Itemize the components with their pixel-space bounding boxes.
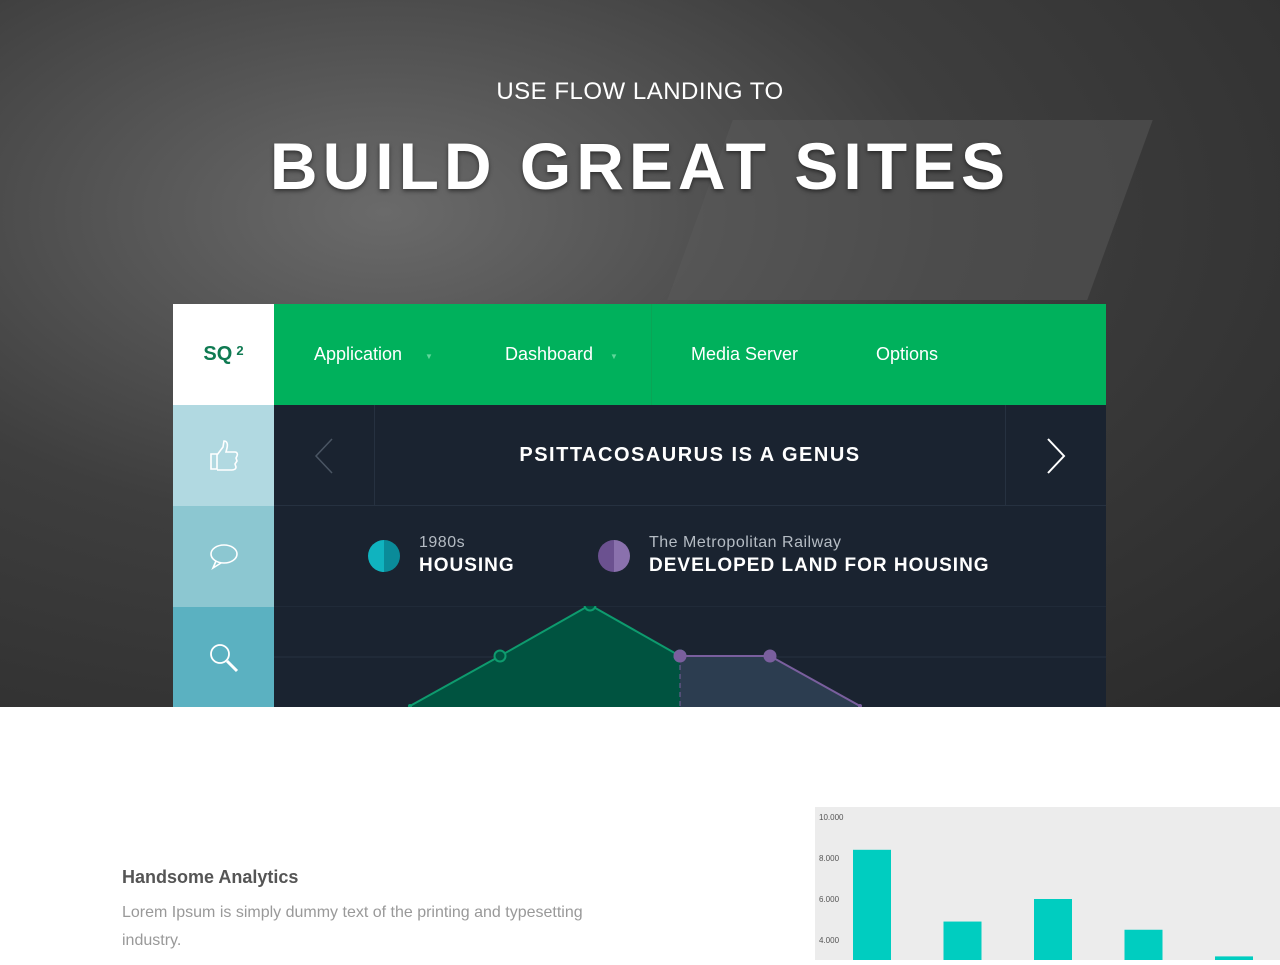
nav-options[interactable]: Options (876, 344, 938, 365)
legend-title: DEVELOPED LAND FOR HOUSING (649, 555, 990, 576)
legend-subtitle: The Metropolitan Railway (649, 534, 842, 551)
hero-title: BUILD GREAT SITES (269, 129, 1011, 203)
sidebar-search[interactable] (173, 607, 274, 707)
legend-title: HOUSING (419, 555, 515, 576)
section-title: Handsome Analytics (122, 867, 299, 887)
chevron-down-icon: ▼ (425, 352, 433, 361)
y-tick-label: 6.000 (819, 895, 840, 904)
chevron-down-icon: ▼ (610, 352, 618, 361)
hero-subtitle: USE FLOW LANDING TO (496, 78, 784, 105)
bar-chart: 10.000 8.000 6.000 4.000 (815, 807, 1280, 960)
data-point[interactable] (408, 704, 412, 707)
legend-dot (598, 540, 630, 572)
bar[interactable] (853, 849, 891, 960)
nav-bar: Application ▼ Dashboard ▼ Media Server O… (274, 304, 1106, 405)
area-series (680, 656, 860, 707)
bar-chart-svg: 10.000 8.000 6.000 4.000 (819, 813, 1253, 960)
chevron-left-icon (314, 437, 333, 474)
next-button[interactable] (1006, 405, 1106, 506)
nav-application[interactable]: Application (314, 344, 402, 365)
data-point[interactable] (493, 649, 507, 663)
y-tick-label: 10.000 (819, 813, 844, 822)
prev-button[interactable] (274, 405, 374, 506)
search-icon (209, 643, 238, 672)
logo[interactable]: SQ 2 (173, 304, 274, 405)
nav-media-server[interactable]: Media Server (691, 344, 798, 365)
sidebar-like[interactable] (173, 405, 274, 506)
sidebar-comments[interactable] (173, 506, 274, 607)
bar[interactable] (1215, 956, 1253, 960)
slide-title: PSITTACOSAURUS IS A GENUS (374, 405, 1006, 506)
data-point[interactable] (763, 649, 777, 663)
thumbs-up-icon (209, 439, 238, 471)
bar[interactable] (1034, 899, 1072, 960)
section-text: Lorem Ipsum is simply dummy text of the … (122, 904, 583, 949)
legend-dot (368, 540, 400, 572)
chevron-right-icon (1047, 437, 1066, 474)
nav-dashboard[interactable]: Dashboard (505, 344, 593, 365)
bar[interactable] (1124, 929, 1163, 960)
data-point[interactable] (583, 606, 597, 612)
nav-divider (651, 304, 652, 405)
slider-header: PSITTACOSAURUS IS A GENUS (274, 405, 1106, 506)
dashboard-mockup: SQ 2 Application ▼ Dashboard ▼ Media Serv… (173, 304, 1106, 707)
logo-text: SQ (203, 343, 233, 365)
legend-subtitle: 1980s (419, 534, 466, 551)
bar[interactable] (943, 921, 982, 960)
area-chart (274, 606, 1106, 707)
y-tick-label: 8.000 (819, 854, 840, 863)
data-point[interactable] (858, 704, 862, 707)
y-tick-label: 4.000 (819, 936, 840, 945)
speech-bubble-icon (209, 543, 238, 570)
logo-sup: 2 (236, 343, 244, 358)
